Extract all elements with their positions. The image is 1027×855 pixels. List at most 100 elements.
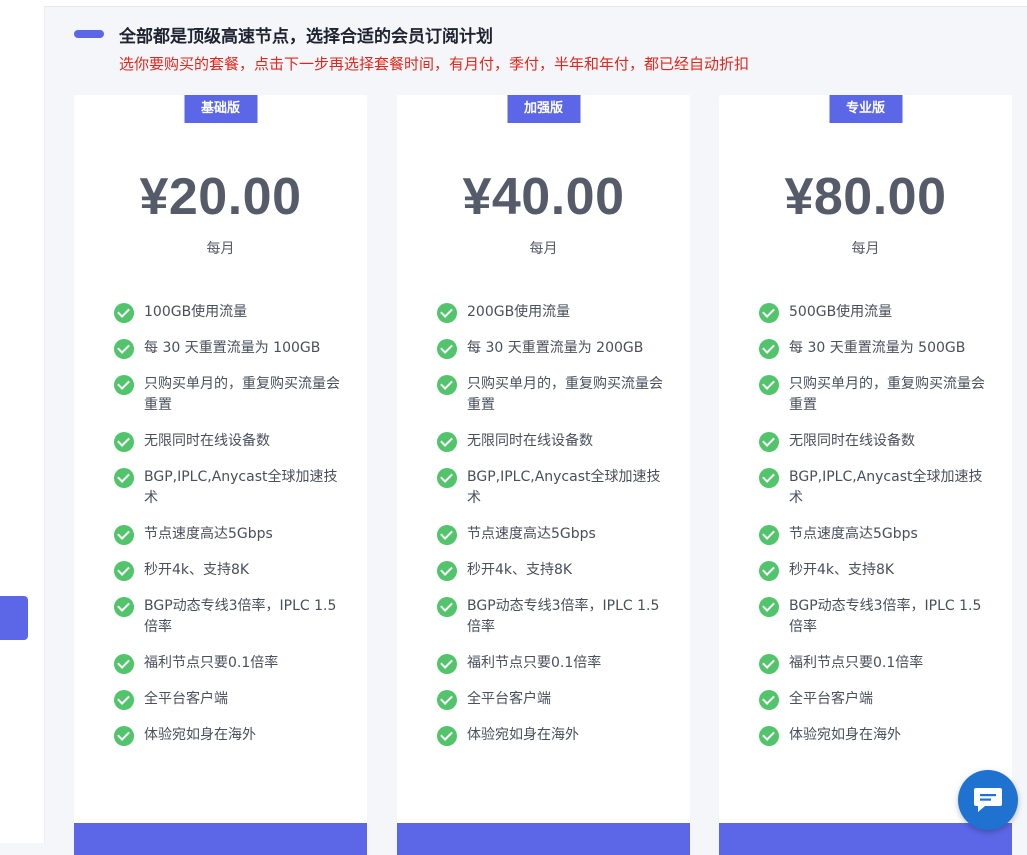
select-plan-button[interactable] <box>74 823 367 855</box>
feature-item: 节点速度高达5Gbps <box>114 524 347 545</box>
top-bar <box>44 0 1027 7</box>
feature-item: 节点速度高达5Gbps <box>437 524 670 545</box>
feature-text: 每 30 天重置流量为 200GB <box>467 340 644 356</box>
check-circle-icon <box>437 561 457 581</box>
check-circle-icon <box>437 339 457 359</box>
feature-text: 全平台客户端 <box>144 691 228 707</box>
feature-item: 无限同时在线设备数 <box>759 431 992 452</box>
check-circle-icon <box>114 690 134 710</box>
feature-text: 只购买单月的，重复购买流量会重置 <box>144 376 340 413</box>
feature-item: 每 30 天重置流量为 100GB <box>114 338 347 359</box>
feature-text: 福利节点只要0.1倍率 <box>789 655 924 671</box>
feature-item: BGP动态专线3倍率，IPLC 1.5倍率 <box>759 596 992 638</box>
feature-text: BGP动态专线3倍率，IPLC 1.5倍率 <box>467 598 660 635</box>
feature-item: 100GB使用流量 <box>114 302 347 323</box>
check-circle-icon <box>437 303 457 323</box>
feature-text: 体验宛如身在海外 <box>144 727 256 743</box>
feature-item: 体验宛如身在海外 <box>759 725 992 746</box>
check-circle-icon <box>114 375 134 395</box>
feature-text: 只购买单月的，重复购买流量会重置 <box>789 376 985 413</box>
feature-text: 500GB使用流量 <box>789 304 893 320</box>
plan-price: ¥20.00 <box>139 168 302 226</box>
chat-button[interactable] <box>958 770 1018 830</box>
check-circle-icon <box>437 525 457 545</box>
check-circle-icon <box>437 432 457 452</box>
check-circle-icon <box>114 468 134 488</box>
feature-text: 体验宛如身在海外 <box>789 727 901 743</box>
plan-card-pro: 专业版 ¥80.00 每月 500GB使用流量每 30 天重置流量为 500GB… <box>719 95 1012 855</box>
check-circle-icon <box>437 654 457 674</box>
check-circle-icon <box>114 432 134 452</box>
select-plan-button[interactable] <box>397 823 690 855</box>
page-subtitle: 选你要购买的套餐，点击下一步再选择套餐时间，有月付，季付，半年和年付，都已经自动… <box>119 55 750 73</box>
feature-item: 无限同时在线设备数 <box>437 431 670 452</box>
plan-card-plus: 加强版 ¥40.00 每月 200GB使用流量每 30 天重置流量为 200GB… <box>397 95 690 855</box>
check-circle-icon <box>759 303 779 323</box>
check-circle-icon <box>759 468 779 488</box>
select-plan-button[interactable] <box>719 823 1012 855</box>
check-circle-icon <box>114 339 134 359</box>
feature-text: 每 30 天重置流量为 100GB <box>144 340 321 356</box>
plan-card-basic: 基础版 ¥20.00 每月 100GB使用流量每 30 天重置流量为 100GB… <box>74 95 367 855</box>
feature-item: 200GB使用流量 <box>437 302 670 323</box>
plan-price: ¥80.00 <box>784 168 947 226</box>
feature-text: 节点速度高达5Gbps <box>144 526 273 542</box>
check-circle-icon <box>759 654 779 674</box>
feature-item: 体验宛如身在海外 <box>114 725 347 746</box>
check-circle-icon <box>114 597 134 617</box>
plan-badge: 专业版 <box>829 95 902 123</box>
feature-text: 100GB使用流量 <box>144 304 248 320</box>
feature-text: 节点速度高达5Gbps <box>467 526 596 542</box>
check-circle-icon <box>759 375 779 395</box>
feature-item: 秒开4k、支持8K <box>437 560 670 581</box>
feature-text: BGP动态专线3倍率，IPLC 1.5倍率 <box>144 598 337 635</box>
heading-accent-bar <box>74 30 104 38</box>
feature-item: 福利节点只要0.1倍率 <box>437 653 670 674</box>
feature-list: 500GB使用流量每 30 天重置流量为 500GB 只购买单月的，重复购买流量会… <box>759 302 992 761</box>
feature-item: 体验宛如身在海外 <box>437 725 670 746</box>
check-circle-icon <box>437 726 457 746</box>
feature-text: 无限同时在线设备数 <box>789 433 915 449</box>
feature-item: BGP,IPLC,Anycast全球加速技术 <box>437 467 670 509</box>
feature-item: 全平台客户端 <box>759 689 992 710</box>
feature-text: 只购买单月的，重复购买流量会重置 <box>467 376 663 413</box>
feature-text: 无限同时在线设备数 <box>467 433 593 449</box>
feature-item: BGP,IPLC,Anycast全球加速技术 <box>114 467 347 509</box>
check-circle-icon <box>114 561 134 581</box>
feature-text: 体验宛如身在海外 <box>467 727 579 743</box>
feature-list: 100GB使用流量每 30 天重置流量为 100GB 只购买单月的，重复购买流量会… <box>114 302 347 761</box>
check-circle-icon <box>114 303 134 323</box>
check-circle-icon <box>759 690 779 710</box>
feature-text: 200GB使用流量 <box>467 304 571 320</box>
feature-text: 节点速度高达5Gbps <box>789 526 918 542</box>
feature-item: 无限同时在线设备数 <box>114 431 347 452</box>
feature-text: 福利节点只要0.1倍率 <box>144 655 279 671</box>
feature-item: 福利节点只要0.1倍率 <box>114 653 347 674</box>
feature-text: 每 30 天重置流量为 500GB <box>789 340 966 356</box>
sidebar-toggle-tab[interactable] <box>0 596 28 640</box>
feature-item: 每 30 天重置流量为 200GB <box>437 338 670 359</box>
page-title: 全部都是顶级高速节点，选择合适的会员订阅计划 <box>119 27 493 47</box>
plan-period: 每月 <box>206 241 235 257</box>
feature-item: 只购买单月的，重复购买流量会重置 <box>437 374 670 416</box>
feature-item: 每 30 天重置流量为 500GB <box>759 338 992 359</box>
feature-text: 秒开4k、支持8K <box>789 562 895 578</box>
feature-text: 无限同时在线设备数 <box>144 433 270 449</box>
check-circle-icon <box>437 597 457 617</box>
plan-badge: 基础版 <box>184 95 257 123</box>
check-circle-icon <box>759 597 779 617</box>
feature-item: 只购买单月的，重复购买流量会重置 <box>114 374 347 416</box>
feature-item: BGP动态专线3倍率，IPLC 1.5倍率 <box>114 596 347 638</box>
feature-text: 福利节点只要0.1倍率 <box>467 655 602 671</box>
feature-text: BGP,IPLC,Anycast全球加速技术 <box>144 469 338 506</box>
feature-item: 只购买单月的，重复购买流量会重置 <box>759 374 992 416</box>
plan-period: 每月 <box>529 241 558 257</box>
feature-item: 500GB使用流量 <box>759 302 992 323</box>
feature-text: BGP动态专线3倍率，IPLC 1.5倍率 <box>789 598 982 635</box>
feature-text: 全平台客户端 <box>467 691 551 707</box>
check-circle-icon <box>437 690 457 710</box>
feature-item: 节点速度高达5Gbps <box>759 524 992 545</box>
check-circle-icon <box>437 468 457 488</box>
feature-item: 秒开4k、支持8K <box>114 560 347 581</box>
feature-item: 全平台客户端 <box>114 689 347 710</box>
